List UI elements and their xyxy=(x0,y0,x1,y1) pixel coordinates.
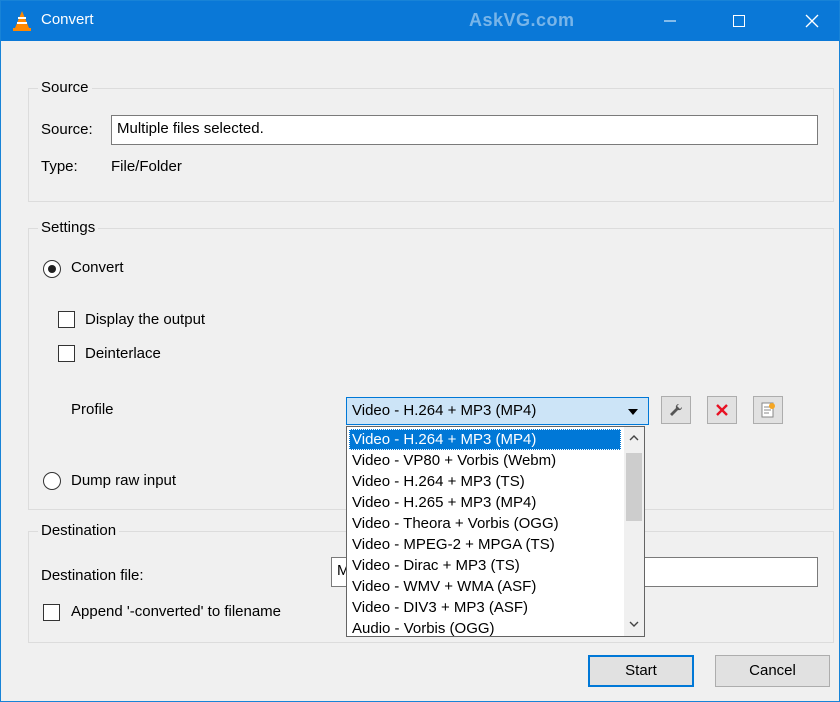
profile-selected-value: Video - H.264 + MP3 (MP4) xyxy=(352,402,537,419)
maximize-icon xyxy=(733,15,745,27)
deinterlace-label[interactable]: Deinterlace xyxy=(85,345,161,362)
chevron-down-icon xyxy=(628,409,638,415)
profile-option[interactable]: Video - H.264 + MP3 (MP4) xyxy=(349,429,621,450)
cancel-button[interactable]: Cancel xyxy=(715,655,830,687)
profile-option[interactable]: Video - H.265 + MP3 (MP4) xyxy=(349,492,621,513)
settings-group-label: Settings xyxy=(38,219,99,236)
destination-file-label: Destination file: xyxy=(41,567,144,584)
minimize-icon xyxy=(664,20,676,22)
convert-radio[interactable] xyxy=(43,260,61,278)
delete-profile-button[interactable] xyxy=(707,396,737,424)
source-input[interactable]: Multiple files selected. xyxy=(111,115,818,145)
type-label: Type: xyxy=(41,158,78,175)
close-button[interactable] xyxy=(789,1,835,41)
dump-raw-label[interactable]: Dump raw input xyxy=(71,472,176,489)
convert-label[interactable]: Convert xyxy=(71,259,124,276)
window-title: Convert xyxy=(41,11,94,28)
vlc-cone-icon xyxy=(13,11,31,31)
profile-option[interactable]: Video - WMV + WMA (ASF) xyxy=(349,576,621,597)
profile-option[interactable]: Audio - Vorbis (OGG) xyxy=(349,618,621,639)
close-icon xyxy=(805,14,819,28)
profile-option[interactable]: Video - H.264 + MP3 (TS) xyxy=(349,471,621,492)
delete-icon xyxy=(716,404,728,416)
profile-option[interactable]: Video - Dirac + MP3 (TS) xyxy=(349,555,621,576)
new-profile-icon xyxy=(761,402,775,418)
display-output-checkbox[interactable] xyxy=(58,311,75,328)
scroll-up-arrow-icon[interactable] xyxy=(629,434,639,441)
maximize-button[interactable] xyxy=(716,1,762,41)
display-output-label[interactable]: Display the output xyxy=(85,311,205,328)
title-bar: Convert AskVG.com xyxy=(1,1,839,41)
append-converted-label[interactable]: Append '-converted' to filename xyxy=(71,603,281,620)
new-profile-button[interactable] xyxy=(753,396,783,424)
destination-group-label: Destination xyxy=(38,522,120,539)
profile-select[interactable]: Video - H.264 + MP3 (MP4) xyxy=(346,397,649,425)
source-label: Source: xyxy=(41,121,93,138)
profile-label: Profile xyxy=(71,401,114,418)
start-button[interactable]: Start xyxy=(588,655,694,687)
append-converted-checkbox[interactable] xyxy=(43,604,60,621)
scroll-down-arrow-icon[interactable] xyxy=(629,621,639,628)
watermark-text: AskVG.com xyxy=(469,10,575,30)
profile-option[interactable]: Video - DIV3 + MP3 (ASF) xyxy=(349,597,621,618)
dump-raw-radio[interactable] xyxy=(43,472,61,490)
profile-dropdown-list[interactable]: Video - H.264 + MP3 (MP4) Video - VP80 + … xyxy=(346,426,645,637)
profile-option[interactable]: Video - Theora + Vorbis (OGG) xyxy=(349,513,621,534)
scroll-thumb[interactable] xyxy=(626,453,642,521)
type-value: File/Folder xyxy=(111,158,182,175)
profile-option[interactable]: Video - VP80 + Vorbis (Webm) xyxy=(349,450,621,471)
deinterlace-checkbox[interactable] xyxy=(58,345,75,362)
profile-option[interactable]: Video - MPEG-2 + MPGA (TS) xyxy=(349,534,621,555)
source-group xyxy=(28,88,834,202)
dropdown-scrollbar[interactable] xyxy=(624,427,644,636)
wrench-icon xyxy=(670,403,683,416)
edit-profile-button[interactable] xyxy=(661,396,691,424)
minimize-button[interactable] xyxy=(647,1,693,41)
convert-dialog: Convert AskVG.com Source Source: Multipl… xyxy=(0,0,840,702)
source-group-label: Source xyxy=(38,79,92,96)
